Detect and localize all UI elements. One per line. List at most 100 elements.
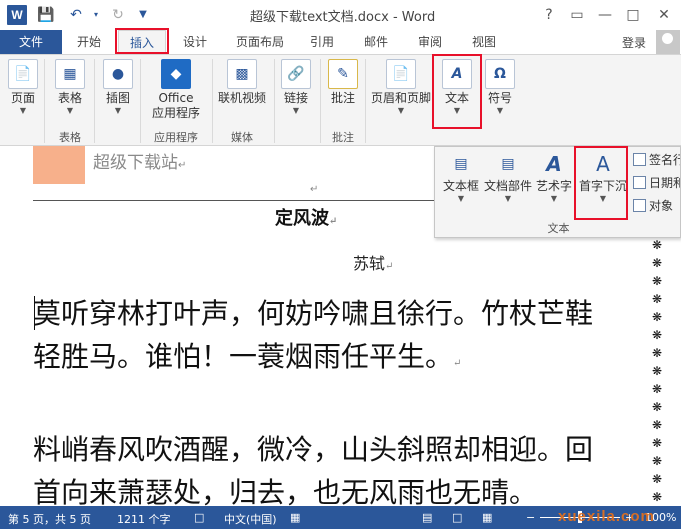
read-mode-icon[interactable]: ▤ [422, 511, 432, 524]
web-layout-icon[interactable]: ▦ [482, 511, 492, 524]
paragraph-2: 料峭春风吹酒醒，微冷，山头斜照却相迎。回首向来萧瑟处，归去，也无风雨也无晴。 [33, 433, 594, 506]
chevron-down-icon: ▼ [504, 194, 512, 203]
chevron-down-icon: ▼ [66, 106, 74, 115]
zoom-out-button[interactable]: − [526, 511, 535, 524]
print-layout-icon[interactable]: □ [452, 511, 462, 524]
header-footer-icon: 📄 [386, 59, 416, 89]
close-button[interactable]: ✕ [650, 4, 678, 26]
chevron-down-icon: ▼ [453, 106, 461, 115]
link-icon: 🔗 [281, 59, 311, 89]
text-box-icon: ▤ [454, 156, 468, 172]
paragraph-1: 莫听穿林打叶声，何妨吟啸且徐行。竹杖芒鞋轻胜马。谁怕！一蓑烟雨任平生。↵ [33, 297, 594, 373]
comment-button[interactable]: ✎ 批注 [326, 59, 360, 106]
group-divider [44, 59, 45, 143]
word-app-icon[interactable]: W [7, 5, 27, 25]
save-icon[interactable]: 💾 [36, 5, 56, 25]
group-label-tables: 表格 [59, 131, 81, 144]
paragraph-mark-icon: ↵ [310, 184, 319, 195]
redo-icon[interactable]: ↻ [108, 5, 128, 25]
undo-dropdown-icon[interactable]: ▾ [86, 5, 106, 25]
sign-in-link[interactable]: 登录 [622, 34, 646, 51]
page-icon: 📄 [8, 59, 38, 89]
image-icon: ● [103, 59, 133, 89]
table-button[interactable]: ▦ 表格 ▼ [52, 59, 88, 116]
tab-review[interactable]: 审阅 [410, 30, 450, 54]
group-divider [365, 59, 366, 143]
drop-cap-button[interactable]: A 首字下沉 ▼ [576, 149, 630, 204]
customize-qat-icon[interactable]: ▼ [133, 5, 153, 25]
calendar-icon [633, 176, 646, 189]
wordart-button[interactable]: A 艺术字 ▼ [535, 149, 573, 204]
watermark: xuexila.com [558, 508, 655, 525]
ribbon-tab-bar: 文件 开始 插入 设计 页面布局 引用 邮件 审阅 视图 登录 [0, 30, 681, 54]
undo-icon[interactable]: ↶ [66, 5, 86, 25]
chevron-down-icon: ▼ [599, 194, 607, 203]
header-text: 超级下载站↵ [93, 153, 187, 173]
tab-insert[interactable]: 插入 [118, 30, 166, 54]
video-icon: ▩ [227, 59, 257, 89]
quick-parts-icon: ▤ [501, 156, 515, 172]
text-box-button[interactable]: ▤ 文本框 ▼ [441, 149, 481, 204]
chevron-down-icon: ▼ [397, 106, 405, 115]
header-footer-button[interactable]: 📄 页眉和页脚 ▼ [370, 59, 432, 116]
help-button[interactable]: ? [535, 4, 563, 26]
omega-icon: Ω [485, 59, 515, 89]
pages-button[interactable]: 📄 页面 ▼ [6, 59, 40, 116]
signature-line-button[interactable]: 签名行 [633, 150, 680, 170]
date-time-button[interactable]: 日期和 [633, 173, 680, 193]
chevron-down-icon: ▼ [496, 106, 504, 115]
signature-line-icon [633, 153, 646, 166]
chevron-down-icon: ▼ [550, 194, 558, 203]
group-label-media: 媒体 [231, 131, 253, 144]
language-indicator[interactable]: 中文(中国) [224, 511, 277, 527]
group-divider [274, 59, 275, 143]
group-label-apps: 应用程序 [154, 131, 198, 144]
word-count[interactable]: 1211 个字 [117, 511, 171, 527]
group-label-comments: 批注 [332, 131, 354, 144]
text-icon: A [442, 59, 472, 89]
text-group-dropdown: ▤ 文本框 ▼ ▤ 文档部件 ▼ A 艺术字 ▼ A 首字下沉 ▼ 签名行 日期… [434, 146, 681, 238]
ribbon-insert: 📄 页面 ▼ ▦ 表格 ▼ 表格 ● 插图 ▼ ◆ Office 应用程序 应用… [0, 54, 681, 146]
object-icon [633, 199, 646, 212]
online-video-button[interactable]: ▩ 联机视频 [216, 59, 268, 106]
header-logo-image [33, 146, 85, 184]
avatar[interactable] [656, 30, 680, 54]
drop-cap-icon: A [596, 152, 610, 176]
group-label-text: 文本 [547, 222, 570, 235]
proofing-icon[interactable]: □ [194, 511, 204, 524]
window-title: 超级下载text文档.docx - Word [250, 10, 436, 25]
illustrations-button[interactable]: ● 插图 ▼ [100, 59, 136, 116]
macro-record-icon[interactable]: ▦ [290, 511, 300, 524]
tab-design[interactable]: 设计 [172, 30, 218, 54]
links-button[interactable]: 🔗 链接 ▼ [278, 59, 314, 116]
group-divider [140, 59, 141, 143]
symbols-button[interactable]: Ω 符号 ▼ [482, 59, 518, 116]
wordart-icon: A [546, 152, 562, 176]
tab-mailings[interactable]: 邮件 [356, 30, 396, 54]
document-title: 定风波↵ [275, 208, 338, 229]
quick-parts-button[interactable]: ▤ 文档部件 ▼ [483, 149, 533, 204]
group-divider [94, 59, 95, 143]
tab-page-layout[interactable]: 页面布局 [228, 30, 292, 54]
group-divider [212, 59, 213, 143]
group-divider [320, 59, 321, 143]
page-count[interactable]: 第 5 页，共 5 页 [8, 511, 91, 527]
text-button[interactable]: A 文本 ▼ [437, 59, 477, 116]
tab-file[interactable]: 文件 [0, 30, 62, 54]
title-bar: W 💾 ↶ ▾ ↻ ▼ 超级下载text文档.docx - Word ? ▭ —… [0, 0, 681, 30]
office-apps-button[interactable]: ◆ Office 应用程序 [146, 59, 206, 121]
text-cursor [34, 296, 35, 330]
tab-home[interactable]: 开始 [66, 30, 112, 54]
chevron-down-icon: ▼ [292, 106, 300, 115]
document-author: 苏轼↵ [353, 254, 394, 273]
office-store-icon: ◆ [161, 59, 191, 89]
object-button[interactable]: 对象 [633, 196, 673, 216]
tab-view[interactable]: 视图 [464, 30, 504, 54]
chevron-down-icon: ▼ [19, 106, 27, 115]
tab-references[interactable]: 引用 [302, 30, 342, 54]
chevron-down-icon: ▼ [457, 194, 465, 203]
maximize-button[interactable]: □ [619, 4, 647, 26]
minimize-button[interactable]: — [591, 4, 619, 26]
comment-icon: ✎ [328, 59, 358, 89]
ribbon-display-options-button[interactable]: ▭ [563, 4, 591, 26]
